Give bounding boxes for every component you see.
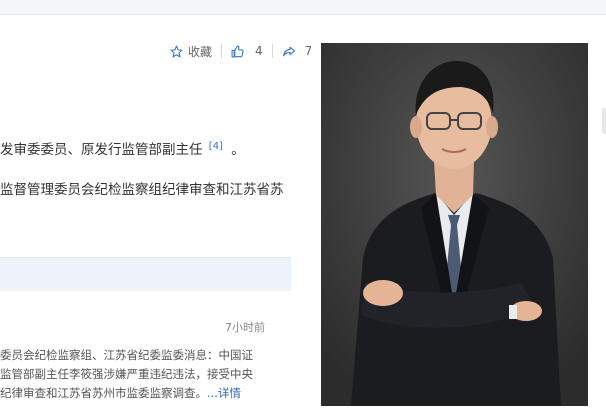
portrait-illustration bbox=[321, 43, 588, 406]
news-panel-header bbox=[0, 257, 291, 291]
like-count: 4 bbox=[255, 44, 263, 58]
share-icon bbox=[282, 46, 295, 56]
news-card[interactable]: 7小时前 委员会纪检监察组、江苏省纪委监委消息：中国证 监管部副主任李筱强涉嫌严… bbox=[0, 291, 291, 406]
news-time: 7小时前 bbox=[225, 321, 265, 334]
share-button[interactable]: 7 bbox=[282, 44, 313, 58]
divider bbox=[271, 44, 273, 58]
share-count: 7 bbox=[304, 44, 313, 58]
star-icon bbox=[170, 45, 183, 57]
divider bbox=[221, 44, 223, 58]
article-text-end: 。 bbox=[231, 142, 245, 158]
favorite-label: 收藏 bbox=[188, 44, 213, 59]
news-summary: 委员会纪检监察组、江苏省纪委监委消息：中国证 监管部副主任李筱强涉嫌严重违纪违法… bbox=[0, 346, 291, 403]
reference-link[interactable]: [4] bbox=[209, 141, 223, 152]
news-line: 委员会纪检监察组、江苏省纪委监委消息：中国证 bbox=[0, 348, 253, 362]
top-bar bbox=[0, 0, 606, 15]
action-bar: 收藏 4 7 bbox=[170, 42, 312, 60]
article-line-2: 监督管理委员会纪检监察组纪律审查和江苏省苏 bbox=[0, 182, 284, 198]
side-handle[interactable] bbox=[602, 108, 606, 134]
portrait-photo bbox=[321, 43, 588, 406]
news-line-text: 纪律审查和江苏省苏州市监委监察调查。 bbox=[0, 386, 207, 400]
like-button[interactable]: 4 bbox=[231, 44, 263, 58]
favorite-button[interactable]: 收藏 bbox=[170, 43, 212, 60]
thumbs-up-icon bbox=[231, 45, 244, 57]
article-line-1: 发审委委员、原发行监管部副主任 [4] 。 bbox=[0, 138, 245, 159]
article-text: 发审委委员、原发行监管部副主任 bbox=[0, 142, 203, 158]
news-line: 纪律审查和江苏省苏州市监委监察调查。...详情 bbox=[0, 384, 291, 403]
news-line: 监管部副主任李筱强涉嫌严重违纪违法，接受中央 bbox=[0, 367, 253, 381]
more-link[interactable]: ...详情 bbox=[207, 386, 241, 400]
